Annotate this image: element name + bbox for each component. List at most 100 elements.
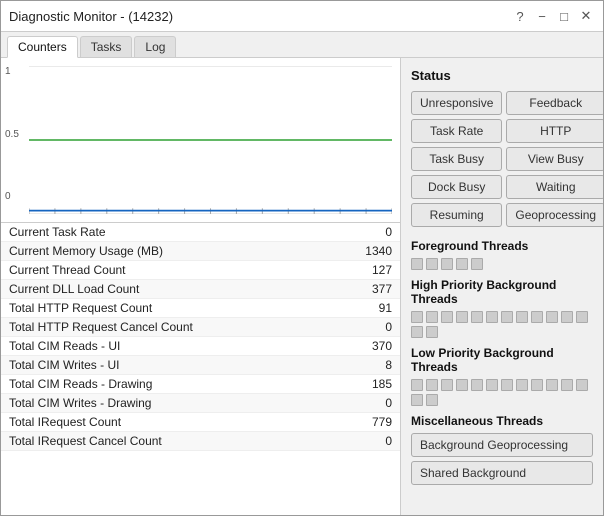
table-row: Current Task Rate 0 <box>1 223 400 242</box>
tab-tasks[interactable]: Tasks <box>80 36 133 57</box>
right-panel: Status Unresponsive Feedback Task Rate H… <box>401 58 603 515</box>
dot <box>426 394 438 406</box>
status-title: Status <box>411 68 593 83</box>
minimize-button[interactable]: − <box>533 7 551 25</box>
dot <box>426 326 438 338</box>
stats-value: 8 <box>352 358 392 372</box>
dot <box>411 394 423 406</box>
foreground-threads-title: Foreground Threads <box>411 239 593 253</box>
stats-value: 0 <box>352 225 392 239</box>
high-priority-thread-dots <box>411 311 593 338</box>
y-label-0: 0 <box>5 191 19 202</box>
stats-value: 0 <box>352 320 392 334</box>
tab-log[interactable]: Log <box>134 36 176 57</box>
dot <box>441 311 453 323</box>
table-row: Total HTTP Request Cancel Count 0 <box>1 318 400 337</box>
stats-label: Total HTTP Request Count <box>9 301 152 315</box>
stats-label: Total HTTP Request Cancel Count <box>9 320 193 334</box>
low-priority-thread-dots <box>411 379 593 406</box>
shared-background-button[interactable]: Shared Background <box>411 461 593 485</box>
dot <box>456 379 468 391</box>
dot <box>576 311 588 323</box>
dot <box>576 379 588 391</box>
dot <box>471 258 483 270</box>
dot <box>546 311 558 323</box>
status-buttons: Unresponsive Feedback Task Rate HTTP Tas… <box>411 91 593 227</box>
waiting-button[interactable]: Waiting <box>506 175 603 199</box>
dot <box>486 379 498 391</box>
background-geoprocessing-button[interactable]: Background Geoprocessing <box>411 433 593 457</box>
table-row: Current DLL Load Count 377 <box>1 280 400 299</box>
stats-value: 0 <box>352 396 392 410</box>
view-busy-button[interactable]: View Busy <box>506 147 603 171</box>
stats-table: Current Task Rate 0 Current Memory Usage… <box>1 223 400 515</box>
stats-value: 127 <box>352 263 392 277</box>
table-row: Total CIM Reads - Drawing 185 <box>1 375 400 394</box>
dot <box>411 311 423 323</box>
high-priority-threads-title: High Priority Background Threads <box>411 278 593 306</box>
dot <box>486 311 498 323</box>
stats-value: 370 <box>352 339 392 353</box>
left-panel: 1 0.5 0 <box>1 58 401 515</box>
dot <box>441 258 453 270</box>
dock-busy-button[interactable]: Dock Busy <box>411 175 502 199</box>
dot <box>561 311 573 323</box>
main-content: 1 0.5 0 <box>1 58 603 515</box>
chart-canvas <box>29 66 392 214</box>
task-rate-button[interactable]: Task Rate <box>411 119 502 143</box>
dot <box>501 311 513 323</box>
dot <box>411 258 423 270</box>
title-bar: Diagnostic Monitor - (14232) ? − □ ✕ <box>1 1 603 32</box>
title-bar-controls: ? − □ ✕ <box>511 7 595 25</box>
restore-button[interactable]: □ <box>555 7 573 25</box>
y-label-1: 1 <box>5 66 19 77</box>
close-button[interactable]: ✕ <box>577 7 595 25</box>
stats-value: 377 <box>352 282 392 296</box>
table-row: Total IRequest Cancel Count 0 <box>1 432 400 451</box>
tab-counters[interactable]: Counters <box>7 36 78 58</box>
dot <box>426 379 438 391</box>
foreground-thread-dots <box>411 258 593 270</box>
dot <box>411 379 423 391</box>
table-row: Total HTTP Request Count 91 <box>1 299 400 318</box>
window-title: Diagnostic Monitor - (14232) <box>9 9 173 24</box>
stats-label: Total CIM Reads - Drawing <box>9 377 152 391</box>
chart-area: 1 0.5 0 <box>1 58 400 223</box>
y-label-05: 0.5 <box>5 129 19 140</box>
dot <box>546 379 558 391</box>
stats-label: Current Thread Count <box>9 263 126 277</box>
stats-value: 91 <box>352 301 392 315</box>
help-button[interactable]: ? <box>511 7 529 25</box>
stats-value: 1340 <box>352 244 392 258</box>
table-row: Total IRequest Count 779 <box>1 413 400 432</box>
chart-y-labels: 1 0.5 0 <box>5 66 19 202</box>
table-row: Current Memory Usage (MB) 1340 <box>1 242 400 261</box>
resuming-button[interactable]: Resuming <box>411 203 502 227</box>
dot <box>411 326 423 338</box>
table-row: Current Thread Count 127 <box>1 261 400 280</box>
dot <box>516 379 528 391</box>
http-button[interactable]: HTTP <box>506 119 603 143</box>
dot <box>471 311 483 323</box>
dot <box>501 379 513 391</box>
dot <box>531 379 543 391</box>
table-row: Total CIM Writes - UI 8 <box>1 356 400 375</box>
dot <box>471 379 483 391</box>
stats-label: Current DLL Load Count <box>9 282 139 296</box>
stats-label: Current Memory Usage (MB) <box>9 244 163 258</box>
stats-value: 0 <box>352 434 392 448</box>
feedback-button[interactable]: Feedback <box>506 91 603 115</box>
stats-label: Current Task Rate <box>9 225 106 239</box>
stats-label: Total CIM Reads - UI <box>9 339 120 353</box>
stats-label: Total CIM Writes - UI <box>9 358 119 372</box>
chart-svg <box>29 66 392 214</box>
task-busy-button[interactable]: Task Busy <box>411 147 502 171</box>
dot <box>456 258 468 270</box>
stats-label: Total IRequest Cancel Count <box>9 434 162 448</box>
unresponsive-button[interactable]: Unresponsive <box>411 91 502 115</box>
stats-value: 185 <box>352 377 392 391</box>
tab-bar: Counters Tasks Log <box>1 32 603 58</box>
geoprocessing-button[interactable]: Geoprocessing <box>506 203 603 227</box>
dot <box>561 379 573 391</box>
dot <box>426 258 438 270</box>
